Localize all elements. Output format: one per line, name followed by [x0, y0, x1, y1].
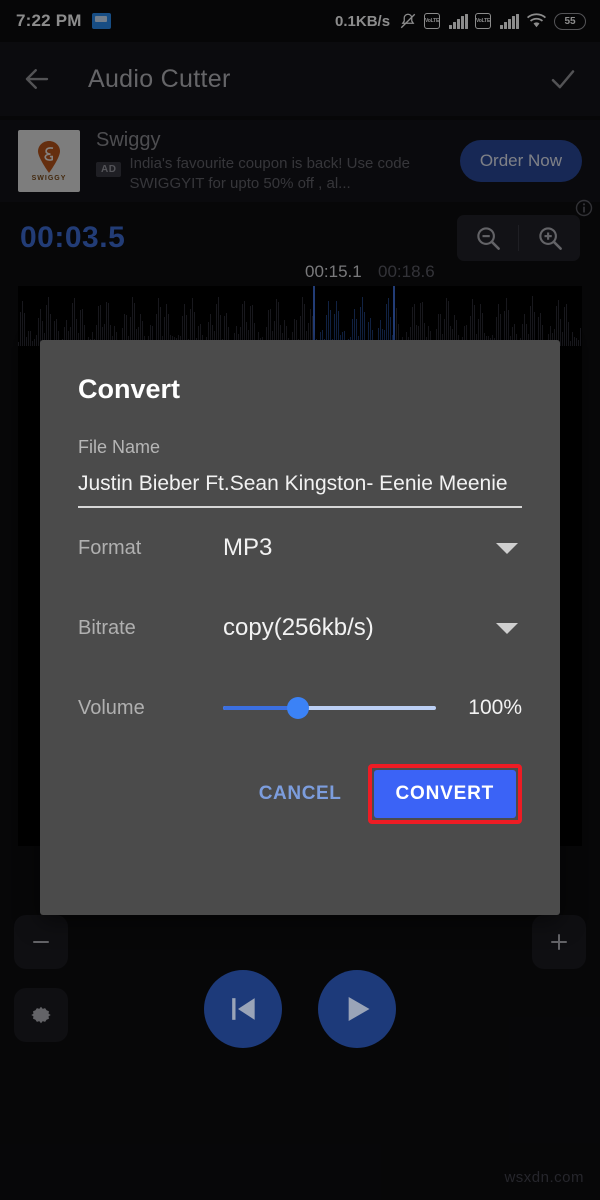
volume-value: 100%	[468, 696, 522, 719]
play-button[interactable]	[318, 970, 396, 1048]
volume-slider[interactable]	[223, 697, 436, 719]
dialog-title: Convert	[78, 374, 181, 404]
volume-slider-track[interactable]	[223, 697, 436, 719]
chevron-down-icon[interactable]	[496, 542, 518, 554]
format-row[interactable]: Format MP3	[78, 508, 522, 588]
transport-controls	[0, 970, 600, 1048]
file-name-input[interactable]: Justin Bieber Ft.Sean Kingston- Eenie Me…	[78, 472, 522, 508]
skip-previous-icon	[232, 998, 255, 1020]
chevron-down-icon[interactable]	[496, 622, 518, 634]
play-icon	[348, 997, 370, 1021]
dialog-actions: CANCEL CONVERT	[78, 764, 522, 824]
volume-label: Volume	[78, 696, 145, 719]
cancel-button[interactable]: CANCEL	[243, 771, 358, 817]
convert-button[interactable]: CONVERT	[373, 770, 516, 818]
file-name-label: File Name	[78, 437, 161, 457]
convert-dialog: Convert File Name Justin Bieber Ft.Sean …	[40, 340, 560, 915]
bitrate-value: copy(256kb/s)	[223, 614, 374, 641]
watermark: wsxdn.com	[504, 1169, 584, 1186]
format-value: MP3	[223, 534, 273, 561]
volume-slider-thumb[interactable]	[286, 697, 309, 719]
format-label: Format	[78, 536, 142, 559]
bitrate-row[interactable]: Bitrate copy(256kb/s)	[78, 588, 522, 668]
convert-button-highlight: CONVERT	[367, 764, 522, 824]
bitrate-label: Bitrate	[78, 616, 136, 639]
volume-row: Volume 100%	[78, 668, 522, 748]
file-name-field[interactable]: Justin Bieber Ft.Sean Kingston- Eenie Me…	[78, 472, 522, 508]
skip-to-start-button[interactable]	[204, 970, 282, 1048]
